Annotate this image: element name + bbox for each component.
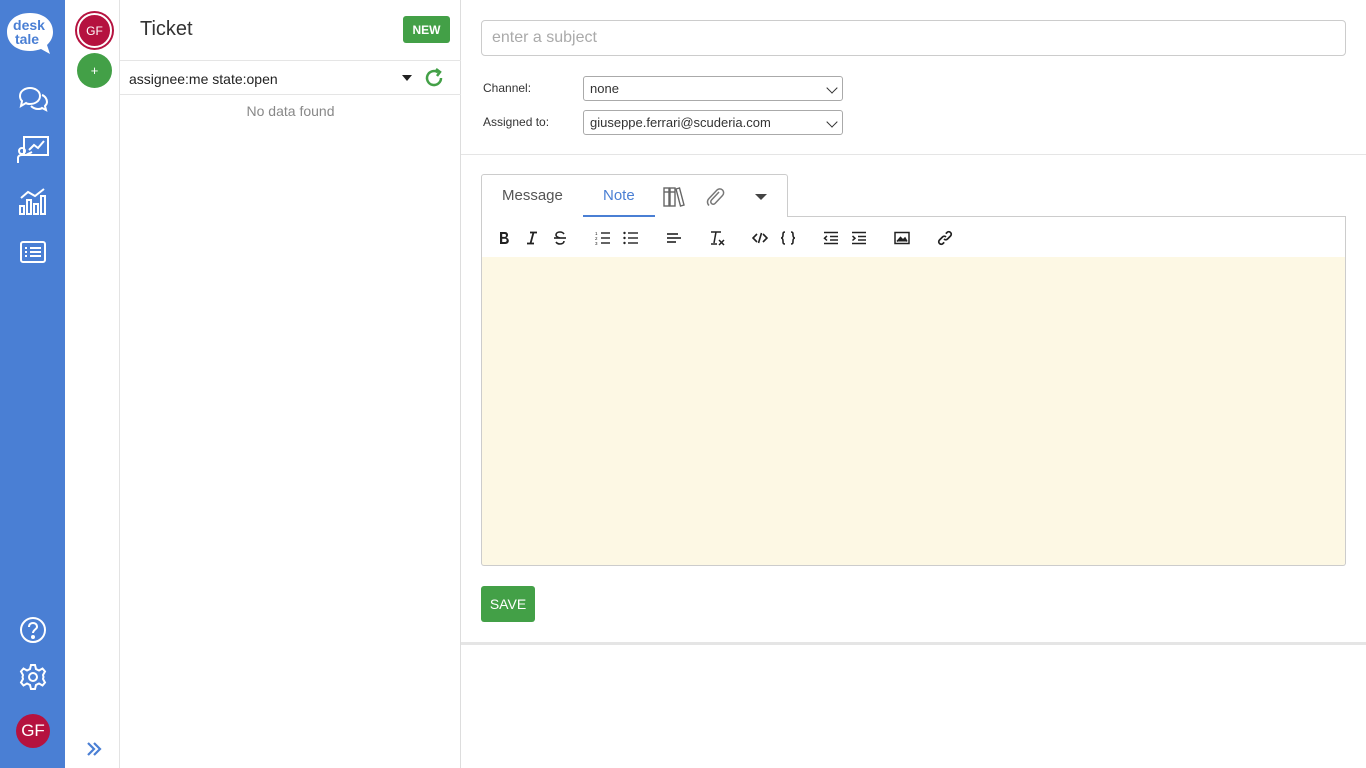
- settings-button[interactable]: [14, 660, 52, 694]
- insert-link-button[interactable]: [935, 228, 955, 248]
- ticket-list-panel: Ticket NEW assignee:me state:open No dat…: [120, 0, 461, 768]
- assignee-value: giuseppe.ferrari@scuderia.com: [590, 115, 771, 130]
- braces-icon: [780, 231, 796, 245]
- books-icon: [663, 187, 685, 207]
- bold-icon: [500, 232, 509, 244]
- clear-format-icon: [711, 231, 725, 246]
- refresh-icon: [425, 68, 443, 87]
- subject-input[interactable]: [481, 20, 1346, 56]
- nav-presentation[interactable]: [14, 133, 52, 167]
- attach-button[interactable]: [703, 185, 727, 209]
- active-tab-indicator: [583, 215, 655, 217]
- chevron-down-icon: [826, 82, 838, 94]
- help-button[interactable]: [14, 613, 52, 647]
- divider: [461, 154, 1366, 155]
- bullet-list-icon: [623, 231, 638, 245]
- editor-toolbar: 123: [481, 216, 1346, 258]
- ordered-list-icon: 123: [595, 231, 610, 245]
- nav-conversations[interactable]: [14, 82, 52, 116]
- analytics-chart-icon: [19, 188, 46, 215]
- insert-image-button[interactable]: [892, 228, 912, 248]
- user-avatar[interactable]: GF: [16, 714, 50, 748]
- code-icon: [752, 232, 768, 244]
- note-editor-area[interactable]: [481, 257, 1346, 566]
- editor-tabs: Message Note: [481, 174, 788, 217]
- code-block-button[interactable]: [778, 228, 798, 248]
- strikethrough-icon: [554, 231, 566, 245]
- nav-rail: desk tale GF: [0, 0, 65, 768]
- empty-state-text: No data found: [246, 103, 335, 119]
- nav-analytics[interactable]: [14, 184, 52, 218]
- align-left-icon: [667, 233, 681, 243]
- gear-icon: [19, 664, 47, 690]
- divider: [461, 642, 1366, 645]
- channel-select[interactable]: none: [583, 76, 843, 101]
- tab-message[interactable]: Message: [502, 187, 563, 204]
- assignee-select[interactable]: giuseppe.ferrari@scuderia.com: [583, 110, 843, 135]
- filter-dropdown-icon[interactable]: [402, 75, 412, 81]
- add-button[interactable]: +: [77, 53, 112, 88]
- ticket-list-title: Ticket: [140, 18, 193, 40]
- outdent-button[interactable]: [821, 228, 841, 248]
- more-dropdown-button[interactable]: [749, 185, 773, 209]
- logo-text-tale: tale: [15, 31, 39, 47]
- outdent-icon: [823, 231, 838, 245]
- code-inline-button[interactable]: [750, 228, 770, 248]
- expand-button[interactable]: [83, 738, 105, 760]
- ticket-editor: Channel: none Assigned to: giuseppe.ferr…: [461, 0, 1366, 768]
- image-icon: [894, 231, 910, 245]
- caret-down-icon: [755, 194, 767, 200]
- chat-bubbles-icon: [18, 86, 49, 112]
- italic-button[interactable]: [522, 228, 542, 248]
- desktale-logo[interactable]: desk tale: [4, 10, 56, 56]
- align-button[interactable]: [664, 228, 684, 248]
- clear-format-button[interactable]: [707, 228, 727, 248]
- filter-row: assignee:me state:open: [120, 60, 461, 95]
- nav-list[interactable]: [14, 235, 52, 269]
- help-circle-icon: [20, 617, 46, 643]
- presentation-chart-icon: [17, 136, 49, 163]
- channel-value: none: [590, 81, 619, 96]
- list-icon: [20, 241, 46, 263]
- save-button[interactable]: SAVE: [481, 586, 535, 622]
- new-ticket-button[interactable]: NEW: [403, 16, 450, 43]
- ordered-list-button[interactable]: 123: [593, 228, 613, 248]
- indent-icon: [851, 231, 866, 245]
- knowledge-base-button[interactable]: [662, 185, 686, 209]
- double-chevron-right-icon: [87, 742, 102, 756]
- italic-icon: [527, 231, 537, 245]
- secondary-column: GF +: [65, 0, 120, 768]
- agent-avatar[interactable]: GF: [77, 13, 112, 48]
- indent-button[interactable]: [849, 228, 869, 248]
- channel-label: Channel:: [483, 81, 532, 95]
- refresh-button[interactable]: [423, 67, 445, 89]
- bullet-list-button[interactable]: [621, 228, 641, 248]
- svg-text:3: 3: [595, 241, 598, 245]
- filter-query[interactable]: assignee:me state:open: [129, 71, 278, 87]
- paperclip-icon: [706, 188, 725, 207]
- tab-note[interactable]: Note: [603, 187, 635, 204]
- bold-button[interactable]: [494, 228, 514, 248]
- assigned-label: Assigned to:: [483, 115, 550, 129]
- chevron-down-icon: [826, 116, 838, 128]
- link-icon: [937, 230, 953, 246]
- strikethrough-button[interactable]: [550, 228, 570, 248]
